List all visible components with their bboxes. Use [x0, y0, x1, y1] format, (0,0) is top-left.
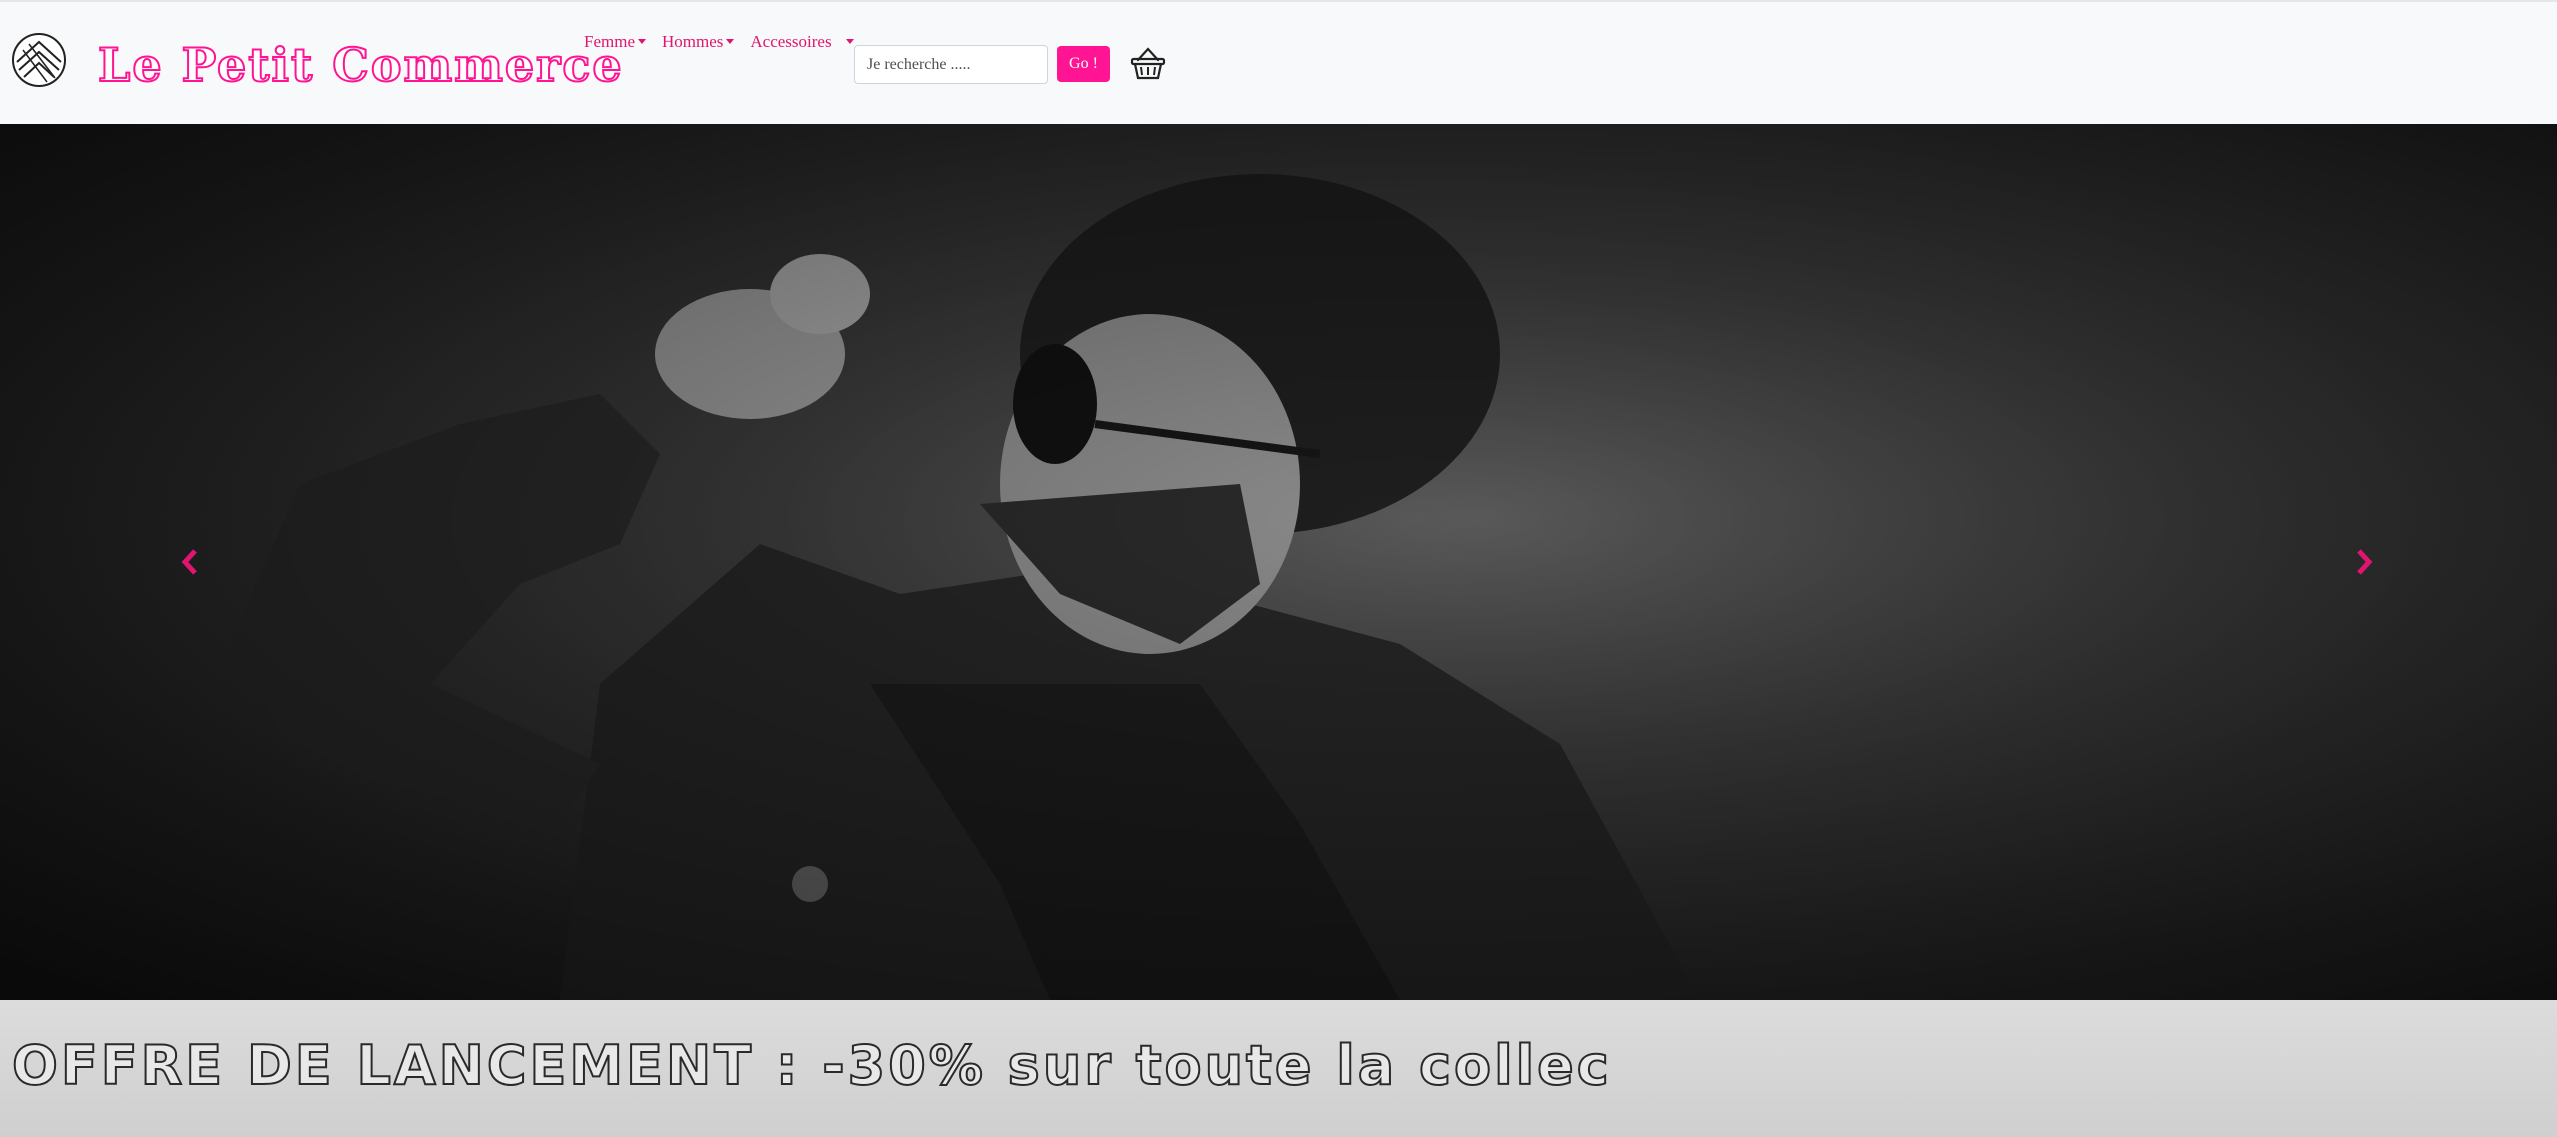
chevron-right-icon: [2357, 549, 2373, 575]
main-nav: Femme Hommes Accessoires: [584, 32, 870, 52]
carousel-prev-button[interactable]: [150, 522, 230, 602]
caret-down-icon: [726, 39, 735, 44]
search-input[interactable]: [854, 45, 1048, 84]
top-navbar: Le Petit Commerce Femme Hommes Accessoir…: [0, 0, 2557, 124]
carousel-next-button[interactable]: [2324, 522, 2404, 602]
nav-hommes-label: Hommes: [662, 32, 724, 51]
shopping-basket-icon[interactable]: [1128, 44, 1168, 84]
site-brand[interactable]: Le Petit Commerce: [97, 37, 624, 93]
nav-femme-label: Femme: [584, 32, 635, 51]
hero-photo: [0, 124, 2557, 1000]
promo-text: OFFRE DE LANCEMENT : -30% sur toute la c…: [11, 1033, 1612, 1098]
nav-accessoires-label: Accessoires: [750, 32, 832, 51]
hero-carousel: [0, 124, 2557, 1000]
promo-marquee: OFFRE DE LANCEMENT : -30% sur toute la c…: [0, 1000, 2557, 1137]
nav-femme-dropdown[interactable]: Femme: [584, 32, 646, 52]
nav-hommes-dropdown[interactable]: Hommes: [662, 32, 735, 52]
chevron-stripes-logo-icon[interactable]: [11, 32, 67, 88]
caret-down-icon: [845, 39, 854, 44]
search-go-button[interactable]: Go !: [1057, 46, 1110, 82]
caret-down-icon: [638, 39, 646, 44]
nav-accessoires-dropdown[interactable]: Accessoires: [750, 32, 854, 52]
chevron-left-icon: [181, 549, 197, 575]
